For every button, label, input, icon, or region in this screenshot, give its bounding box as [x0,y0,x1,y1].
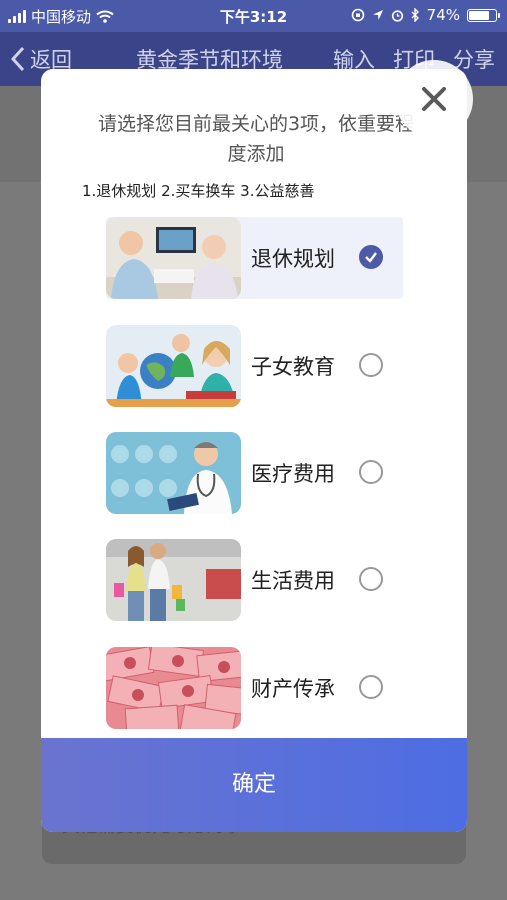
chevron-left-icon [10,46,25,72]
empty-circle-icon[interactable] [359,353,383,377]
orientation-lock-icon [351,8,364,22]
location-icon [372,10,383,20]
option-inheritance[interactable]: 财产传承 [106,647,403,729]
close-icon [422,87,446,111]
alarm-icon [391,9,403,22]
option-retirement[interactable]: 退休规划 [106,217,403,299]
selection-modal: 请选择您目前最关心的3项，依重要程度添加 1.退休规划 2.买车换车 3.公益慈… [41,69,467,832]
empty-circle-icon[interactable] [359,567,383,591]
banknotes-image [106,647,241,729]
elderly-couple-image [106,217,241,299]
status-bar: 中国移动 下午3:12 74% [0,0,507,32]
doctor-image [106,432,241,514]
option-label: 财产传承 [251,677,335,701]
battery-percent: 74% [426,6,460,24]
option-medical[interactable]: 医疗费用 [106,432,403,514]
modal-hint: 1.退休规划 2.买车换车 3.公益慈善 [82,182,315,200]
option-education[interactable]: 子女教育 [106,325,403,407]
option-label: 退休规划 [251,247,335,271]
option-label: 子女教育 [251,355,335,379]
children-globe-image [106,325,241,407]
option-label: 生活费用 [251,569,335,593]
option-label: 医疗费用 [251,462,335,486]
option-living-expenses[interactable]: 生活费用 [106,539,403,621]
empty-circle-icon[interactable] [359,460,383,484]
empty-circle-icon[interactable] [359,675,383,699]
modal-title: 请选择您目前最关心的3项，依重要程度添加 [97,113,415,165]
confirm-button[interactable]: 确定 [41,738,467,832]
checked-circle-icon[interactable] [359,245,383,269]
close-button[interactable] [395,60,473,138]
bluetooth-icon [411,8,419,22]
battery-icon [467,8,500,22]
shopping-couple-image [106,539,241,621]
